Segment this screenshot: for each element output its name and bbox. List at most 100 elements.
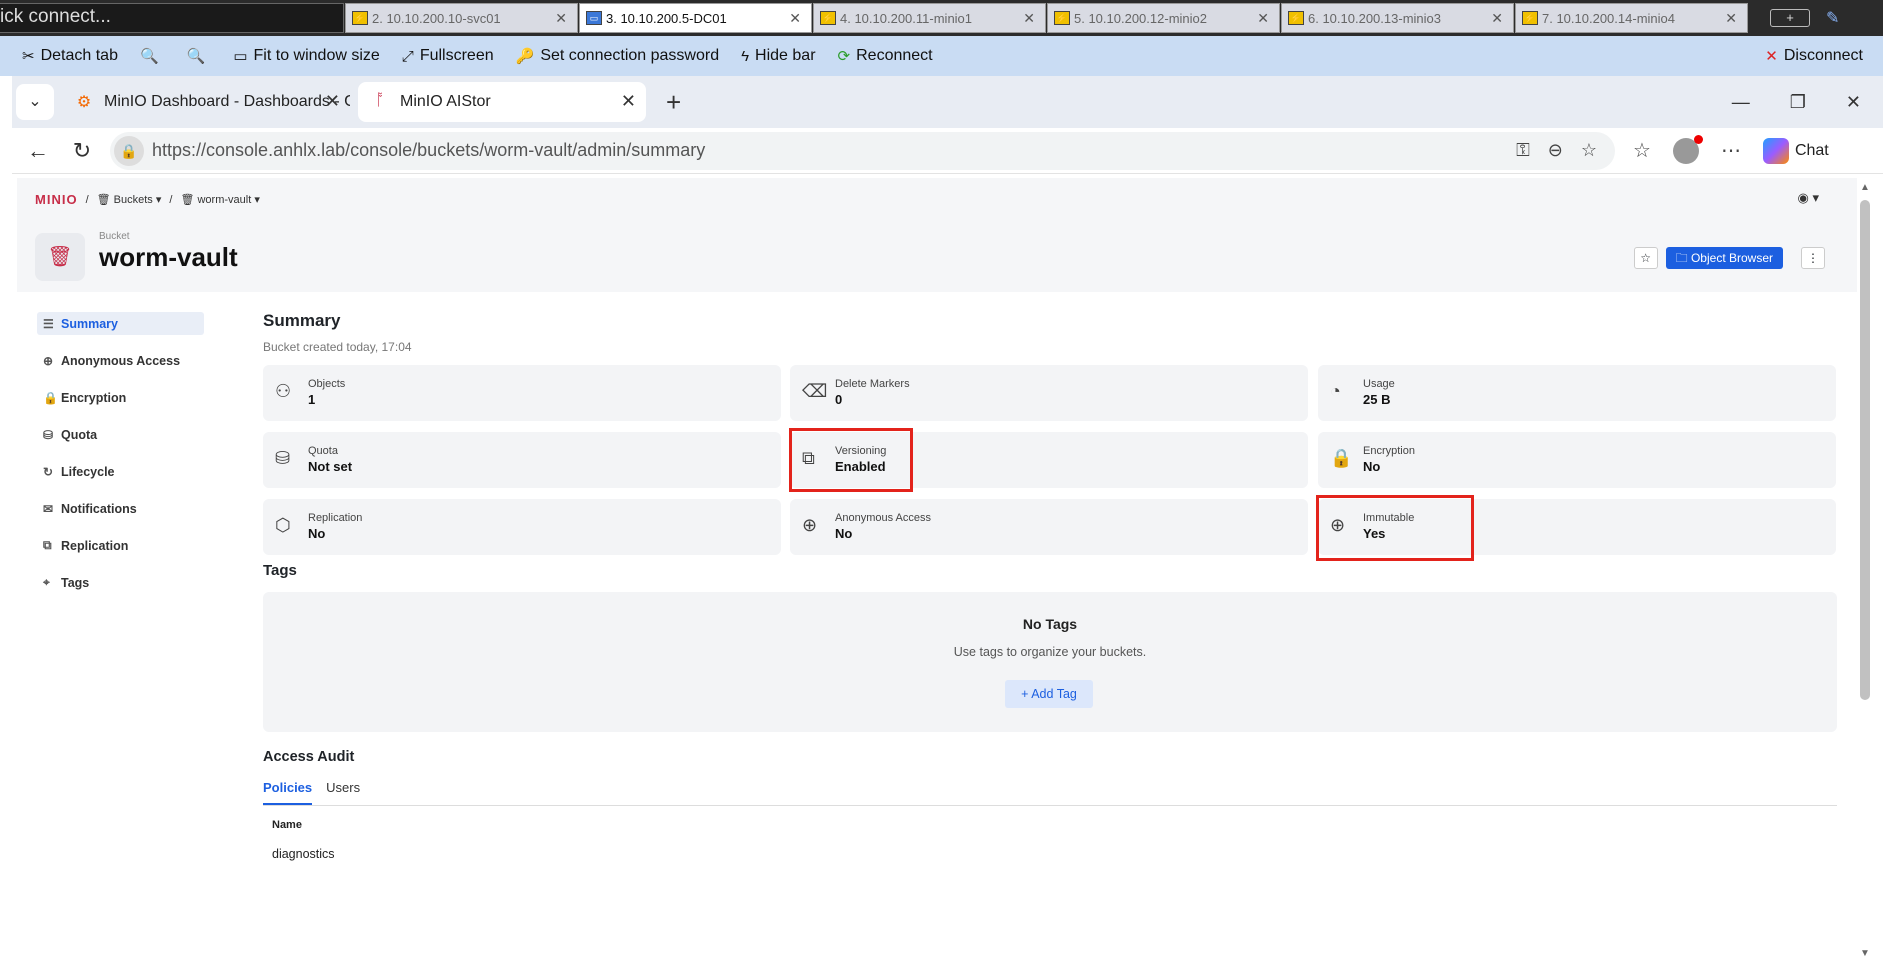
card-value: No xyxy=(308,526,326,541)
fullscreen-button[interactable]: ⤢ Fullscreen xyxy=(402,47,494,65)
browser-tab[interactable]: ⚙ MinIO Dashboard - Dashboards - G ✕ xyxy=(62,82,350,122)
card-label: Delete Markers xyxy=(835,378,910,390)
card-label: Usage xyxy=(1363,378,1395,390)
user-menu[interactable]: ◉ ▾ xyxy=(1798,190,1819,206)
rdp-toolbar: ✂ Detach tab 🔍 🔍 ▭ Fit to window size ⤢ Ful… xyxy=(0,36,1883,76)
quick-connect-input[interactable]: ick connect... xyxy=(0,3,344,33)
header-actions: ☆ 🗀 Object Browser ⋮ xyxy=(1633,247,1825,269)
sidebar-item-replication[interactable]: ⧉ Replication xyxy=(37,534,204,557)
detach-tab-label: Detach tab xyxy=(40,47,118,64)
rdp-tab[interactable]: ⚡ 2. 10.10.200.10-svc01 ✕ xyxy=(345,3,578,33)
grafana-icon: ⚙ xyxy=(76,94,92,111)
breadcrumb-buckets[interactable]: 🗑 Buckets ▾ xyxy=(97,193,162,206)
browser-tab-active[interactable]: ᚩ MinIO AIStor ✕ xyxy=(358,82,646,122)
rdp-tab[interactable]: ⚡ 6. 10.10.200.13-minio3 ✕ xyxy=(1281,3,1514,33)
new-rdp-tab-button[interactable]: + xyxy=(1770,9,1810,27)
sidebar-item-encryption[interactable]: 🔒 Encryption xyxy=(37,386,204,409)
card-value: 1 xyxy=(308,392,316,407)
objects-card: ⚇ Objects 1 xyxy=(263,365,781,421)
scrollbar-thumb[interactable] xyxy=(1860,200,1870,700)
sidebar-item-label: Replication xyxy=(61,538,129,553)
disconnect-button[interactable]: ✕ Disconnect xyxy=(1765,47,1863,65)
close-icon[interactable]: ✕ xyxy=(789,10,801,27)
hide-bar-button[interactable]: ϟ Hide bar xyxy=(741,47,815,65)
copilot-icon xyxy=(1762,137,1789,164)
rdp-tab[interactable]: ⚡ 7. 10.10.200.14-minio4 ✕ xyxy=(1515,3,1748,33)
rdp-tab-active[interactable]: ▭ 3. 10.10.200.5-DC01 ✕ xyxy=(579,3,812,33)
zoom-in-button[interactable]: 🔍 xyxy=(140,47,165,65)
more-vertical-icon[interactable]: ⋮ xyxy=(1801,247,1825,269)
list-icon: ☰ xyxy=(43,316,54,331)
immutable-highlight-box xyxy=(1316,495,1474,561)
rdp-tab-bar: ick connect... ⚡ 2. 10.10.200.10-svc01 ✕ ▭… xyxy=(0,0,1883,36)
copilot-chat-button[interactable]: Chat xyxy=(1762,137,1829,164)
sidebar-item-quota[interactable]: ⛁ Quota xyxy=(37,423,204,446)
back-arrow-icon[interactable]: ← xyxy=(20,138,56,164)
close-icon[interactable]: ✕ xyxy=(1491,10,1503,27)
close-icon[interactable]: ✕ xyxy=(1023,10,1035,27)
minimize-icon[interactable]: — xyxy=(1732,92,1750,113)
page-scrollbar[interactable]: ▲ ▼ xyxy=(1859,180,1871,959)
minio-logo[interactable]: MINIO xyxy=(35,192,78,207)
zoom-in-icon: 🔍 xyxy=(139,48,159,65)
restore-icon[interactable]: ❐ xyxy=(1790,92,1806,113)
key-icon[interactable]: ⚿ xyxy=(1516,140,1530,161)
lifecycle-icon: ↻ xyxy=(43,464,54,479)
new-tab-button[interactable]: + xyxy=(666,87,681,118)
sidebar-item-notifications[interactable]: ✉ Notifications xyxy=(37,497,204,520)
close-icon[interactable]: ✕ xyxy=(325,91,340,112)
sidebar-item-anonymous-access[interactable]: ⊕ Anonymous Access xyxy=(37,349,204,372)
close-icon[interactable]: ✕ xyxy=(555,10,567,27)
close-icon[interactable]: ✕ xyxy=(1257,10,1269,27)
table-row[interactable]: diagnostics xyxy=(272,847,335,861)
close-icon[interactable]: ✕ xyxy=(1725,10,1737,27)
favorite-star-icon[interactable]: ☆ xyxy=(1633,247,1658,269)
site-info-lock-icon[interactable]: 🔒 xyxy=(114,135,144,166)
close-window-icon[interactable]: ✕ xyxy=(1846,92,1861,113)
browser-tab-label: MinIO AIStor xyxy=(400,93,491,110)
sidebar-item-lifecycle[interactable]: ↻ Lifecycle xyxy=(37,460,204,483)
more-icon[interactable]: ⋯ xyxy=(1721,138,1741,163)
tab-list-chevron-down-icon[interactable]: ⌄ xyxy=(16,84,54,120)
sidebar-item-summary[interactable]: ☰ Summary xyxy=(37,312,204,335)
paperclip-icon[interactable]: ✎ xyxy=(1826,8,1839,28)
add-tag-button[interactable]: + Add Tag xyxy=(1005,680,1093,708)
address-bar[interactable]: 🔒 https://console.anhlx.lab/console/buck… xyxy=(110,131,1615,170)
profile-avatar[interactable] xyxy=(1672,134,1703,164)
rdp-tab[interactable]: ⚡ 4. 10.10.200.11-minio1 ✕ xyxy=(813,3,1046,33)
scroll-up-arrow-icon[interactable]: ▲ xyxy=(1860,182,1870,193)
detach-tab-button[interactable]: ✂ Detach tab xyxy=(22,47,118,65)
quota-icon: ⛁ xyxy=(275,448,291,468)
close-icon[interactable]: ✕ xyxy=(621,91,636,112)
disconnect-label: Disconnect xyxy=(1783,47,1863,64)
breadcrumb-bucket-label: worm-vault xyxy=(197,194,252,206)
reconnect-button[interactable]: ⟳ Reconnect xyxy=(838,47,933,65)
breadcrumb-bucket[interactable]: 🗑 worm-vault ▾ xyxy=(180,193,259,206)
url-text[interactable]: https://console.anhlx.lab/console/bucket… xyxy=(152,140,705,161)
scroll-down-arrow-icon[interactable]: ▼ xyxy=(1860,948,1870,959)
sidebar-item-tags[interactable]: ⌖ Tags xyxy=(37,571,204,594)
bucket-icon: 🗑 xyxy=(180,194,195,206)
monitor-icon: ▭ xyxy=(233,48,248,65)
object-browser-button[interactable]: 🗀 Object Browser xyxy=(1665,247,1783,269)
rdp-tab[interactable]: ⚡ 5. 10.10.200.12-minio2 ✕ xyxy=(1047,3,1280,33)
window-controls: — ❐ ✕ xyxy=(1732,92,1861,113)
no-tags-hint: Use tags to organize your buckets. xyxy=(953,645,1147,659)
minio-flamingo-icon: ᚩ xyxy=(375,92,385,109)
favorites-list-icon[interactable]: ☆ xyxy=(1633,138,1651,163)
reload-icon[interactable]: ↻ xyxy=(64,138,100,164)
zoom-out-icon[interactable]: ⊖ xyxy=(1548,140,1563,161)
card-value: No xyxy=(835,526,853,541)
tab-policies[interactable]: Policies xyxy=(263,772,313,805)
zoom-out-icon: 🔍 xyxy=(186,48,206,65)
column-header-name: Name xyxy=(272,819,302,831)
zoom-out-button[interactable]: 🔍 xyxy=(187,47,212,65)
quota-icon: ⛁ xyxy=(43,427,54,442)
favorite-star-icon[interactable]: ☆ xyxy=(1581,140,1597,161)
usage-card: ◔ Usage 25 B xyxy=(1318,365,1836,421)
reconnect-label: Reconnect xyxy=(856,47,933,64)
set-password-button[interactable]: 🔑 Set connection password xyxy=(516,47,719,65)
tab-users[interactable]: Users xyxy=(326,772,360,805)
fit-window-button[interactable]: ▭ Fit to window size xyxy=(233,47,379,65)
rdp-tab-label: 2. 10.10.200.10-svc01 xyxy=(372,10,501,26)
